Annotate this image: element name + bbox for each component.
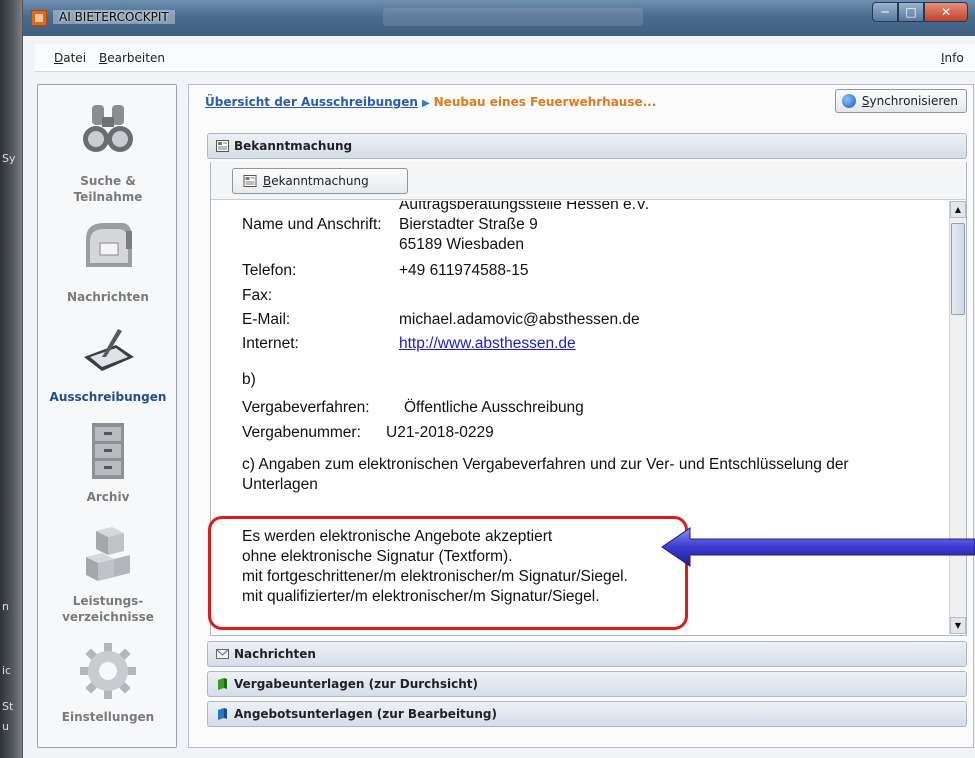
menu-bearbeiten[interactable]: Bearbeiten [99,51,165,65]
sidebar-item-label: Nachrichten [67,290,149,304]
fax-label: Fax: [242,287,273,304]
sidebar: Suche & Teilnahme Nachrichten Ausschreib… [37,84,177,748]
name-label: Name und Anschrift: [242,216,382,233]
breadcrumb-arrow-icon: ▶ [421,98,430,109]
sidebar-item-label: Leistungs- [72,594,144,608]
desktop-background-strip: Sy n ic St u [0,0,22,758]
vergabeverfahren-label: Vergabeverfahren: [242,399,370,416]
section-header-nachrichten[interactable]: Nachrichten [207,641,967,667]
internet-link[interactable]: http://www.absthessen.de [399,334,576,354]
sidebar-item-label: Einstellungen [61,710,155,724]
vergabenummer-label: Vergabenummer: [242,424,361,441]
section-header-vergabeunterlagen[interactable]: Vergabeunterlagen (zur Durchsicht) [207,671,967,697]
sync-icon [841,94,856,108]
section-b-heading: b) [242,371,256,388]
menu-datei-mnemonic: D [54,51,64,65]
section-title: Angebotsunterlagen (zur Bearbeitung) [234,707,497,721]
main-panel: Übersicht der Ausschreibungen ▶ Neubau ein… [188,84,974,748]
green-book-icon [218,678,227,690]
org-name: Auftragsberatungsstelle Hessen e.V. [399,201,650,213]
sync-mnemonic: S [861,94,870,108]
newspaper-icon [243,175,257,187]
mailbox-icon [86,223,132,267]
window-title: AI BIETERCOCKPIT [53,10,175,24]
desktop-text: Sy [2,152,16,165]
telefon-label: Telefon: [242,262,297,279]
internet-label: Internet: [242,335,299,352]
menu-bearbeiten-mnemonic: B [99,51,108,65]
section-header-angebotsunterlagen[interactable]: Angebotsunterlagen (zur Bearbeitung) [207,701,967,727]
envelope-icon [216,649,229,659]
section-title: Bekanntmachung [234,139,353,153]
scroll-up-icon[interactable]: ▲ [950,201,966,218]
sidebar-item-label: Suche & [80,174,136,188]
vergabenummer-value: U21-2018-0229 [386,424,494,441]
desktop-text: St [2,700,14,713]
menu-info-label: nfo [944,51,964,65]
section-c-line: c) Angaben zum elektronischen Vergabever… [242,456,849,473]
sidebar-item-leistungsverzeichnisse[interactable]: Leistungs- verzeichnisse [38,525,178,625]
app-window: AI BIETERCOCKPIT ─ □ ✕ Datei Bearbeiten … [22,0,975,758]
sidebar-item-label: verzeichnisse [62,610,154,624]
sidebar-item-suche-teilnahme[interactable]: Suche & Teilnahme [38,99,178,209]
desktop-text: ic [2,664,12,677]
window-controls: ─ □ ✕ [872,2,968,22]
tablet-pen-icon [84,329,134,371]
annotation-arrow-icon [661,527,975,567]
email-label: E-Mail: [242,311,291,328]
cubes-icon [86,527,130,581]
binoculars-icon [83,105,133,152]
menu-bar: Datei Bearbeiten Info [35,44,975,72]
blue-book-icon [218,708,227,720]
maximize-button[interactable]: □ [898,2,924,22]
telefon-value: +49 611974588-15 [399,262,529,279]
close-button[interactable]: ✕ [924,2,968,22]
sync-label: ynchronisieren [869,94,959,108]
menu-bearbeiten-label: earbeiten [107,51,165,65]
bek-tab-mnemonic: B [263,174,272,188]
email-value: michael.adamovic@absthessen.de [399,311,640,328]
synchronize-button[interactable]: Synchronisieren [834,89,967,113]
section-c-line: Unterlagen [242,476,318,493]
title-bar[interactable]: AI BIETERCOCKPIT ─ □ ✕ [23,0,975,36]
sidebar-item-einstellungen[interactable]: Einstellungen [38,641,178,731]
minimize-button[interactable]: ─ [872,2,898,22]
bekanntmachung-toolbar: Bekanntmachung [211,162,966,200]
section-title: Nachrichten [234,647,316,661]
desktop-text: n [2,600,9,613]
file-cabinet-icon [92,423,124,479]
highlight-annotation [208,516,688,630]
bekanntmachung-button[interactable]: Bekanntmachung [232,168,408,194]
menu-datei-label: atei [63,51,87,65]
newspaper-icon [216,140,229,152]
section-header-bekanntmachung[interactable]: Bekanntmachung [207,133,967,159]
sidebar-item-nachrichten[interactable]: Nachrichten [38,217,178,307]
menu-datei[interactable]: Datei [54,51,86,65]
blurred-title-area [383,8,643,26]
breadcrumb-link-overview[interactable]: Übersicht der Ausschreibungen [205,95,418,109]
menu-info[interactable]: Info [941,51,964,65]
desktop-text: u [2,720,9,733]
breadcrumb: Übersicht der Ausschreibungen ▶ Neubau ein… [205,95,656,109]
city-value: 65189 Wiesbaden [399,236,524,253]
scroll-down-icon[interactable]: ▼ [950,617,966,634]
sidebar-item-label: Archiv [86,490,130,504]
street-value: Bierstadter Straße 9 [399,216,538,233]
sidebar-item-ausschreibungen[interactable]: Ausschreibungen [38,317,178,407]
bek-tab-label: ekanntmachung [271,174,369,188]
sidebar-item-label: Ausschreibungen [49,390,167,404]
breadcrumb-current: Neubau eines Feuerwehrhause... [433,95,657,109]
app-icon [31,10,47,26]
sidebar-item-archiv[interactable]: Archiv [38,417,178,507]
section-title: Vergabeunterlagen (zur Durchsicht) [234,677,478,691]
vergabeverfahren-value: Öffentliche Ausschreibung [404,399,584,416]
sidebar-item-label: Teilnahme [73,190,143,204]
scroll-thumb[interactable] [951,223,965,315]
gear-icon [80,643,136,699]
